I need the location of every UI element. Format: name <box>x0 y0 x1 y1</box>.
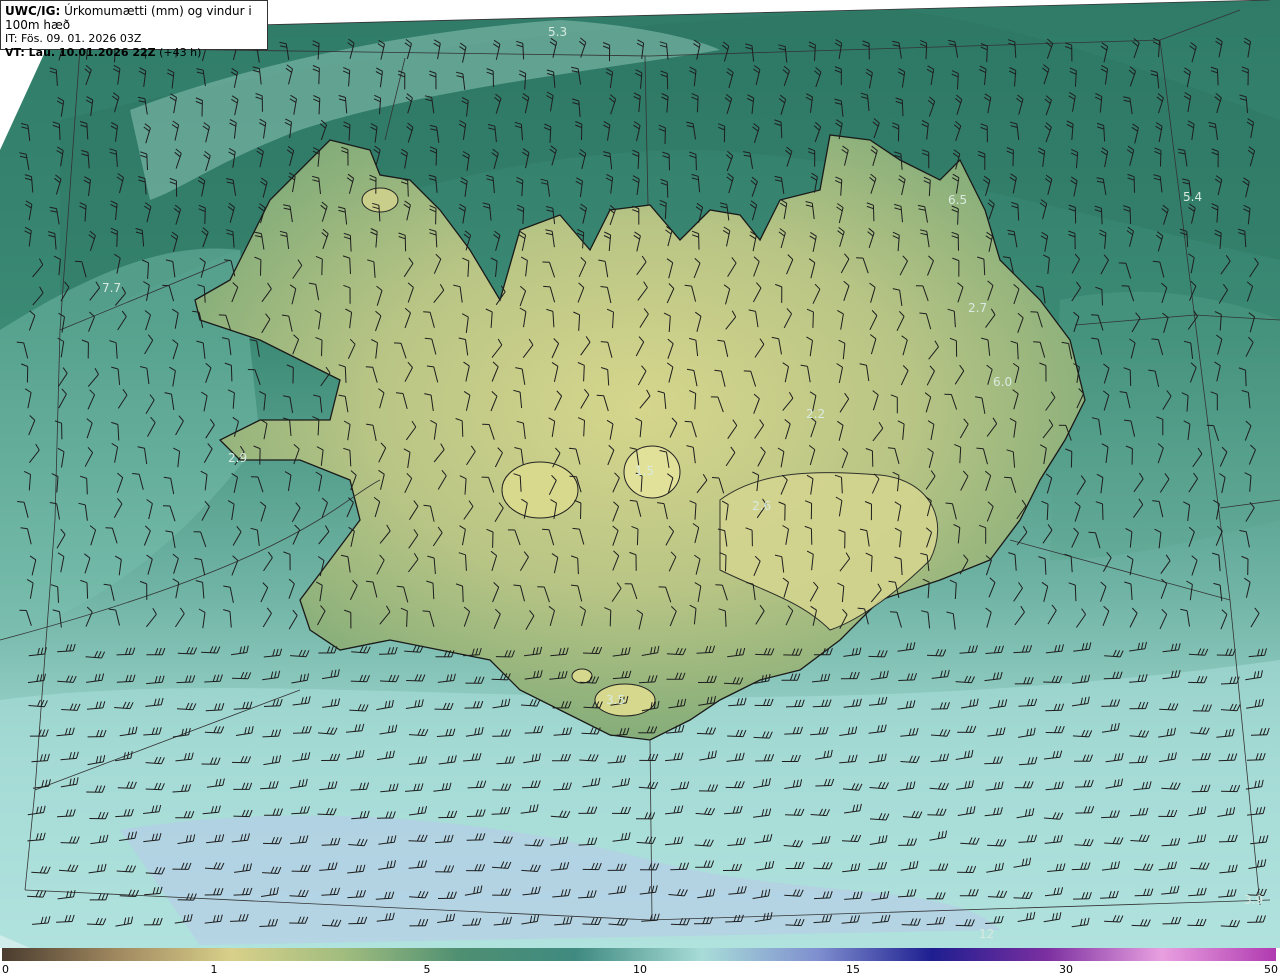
map-label: 6.5 <box>948 193 967 207</box>
colorbar-tick: 30 <box>1059 963 1073 976</box>
map-label: 2.2 <box>806 407 825 421</box>
map-label: 2.7 <box>968 301 987 315</box>
colorbar-tick: 0 <box>2 963 9 976</box>
valid-time-line: VT: Lau. 10.01.2026 22Z (+43 h) <box>5 46 263 60</box>
colorbar-tick: 50 <box>1264 963 1278 976</box>
colorbar-tick: 10 <box>633 963 647 976</box>
map-label: 6.0 <box>993 375 1012 389</box>
map-label: 5.3 <box>548 25 567 39</box>
map-title-line: UWC/IG: Úrkomumætti (mm) og vindur i 100… <box>5 4 263 32</box>
glacier-eyjafjallajokull <box>571 668 593 684</box>
map-label: 5.4 <box>1183 190 1202 204</box>
colorbar-tick: 15 <box>846 963 860 976</box>
initial-time: IT: Fös. 09. 01. 2026 03Z <box>5 32 142 45</box>
forecast-hour: (+43 h) <box>159 46 202 59</box>
model-label: UWC/IG: <box>5 4 61 18</box>
glacier-drangajokull <box>361 187 399 213</box>
map-label: 3.9 <box>1244 893 1263 907</box>
map-label: 1.5 <box>635 464 654 478</box>
map-label: 2.9 <box>228 451 247 465</box>
weather-map: 5.3 5.4 6.5 7.7 2.7 6.0 2.2 2.9 1.5 2.6 … <box>0 0 1280 948</box>
colorbar-strip <box>2 948 1276 961</box>
map-label: 2.6 <box>752 499 771 513</box>
colorbar-tick: 1 <box>210 963 218 976</box>
sea-band-east <box>1050 291 1280 560</box>
map-label: 3.5 <box>606 693 625 707</box>
map-info-box: UWC/IG: Úrkomumætti (mm) og vindur i 100… <box>0 0 268 59</box>
glacier-langjokull <box>501 461 579 519</box>
colorbar-tick: 5 <box>423 963 431 976</box>
colorbar: 0 1 5 10 15 30 50 <box>0 948 1280 978</box>
valid-time: VT: Lau. 10.01.2026 22Z <box>5 46 156 59</box>
map-label: 12 <box>979 927 994 941</box>
map-label: 7.7 <box>102 281 121 295</box>
